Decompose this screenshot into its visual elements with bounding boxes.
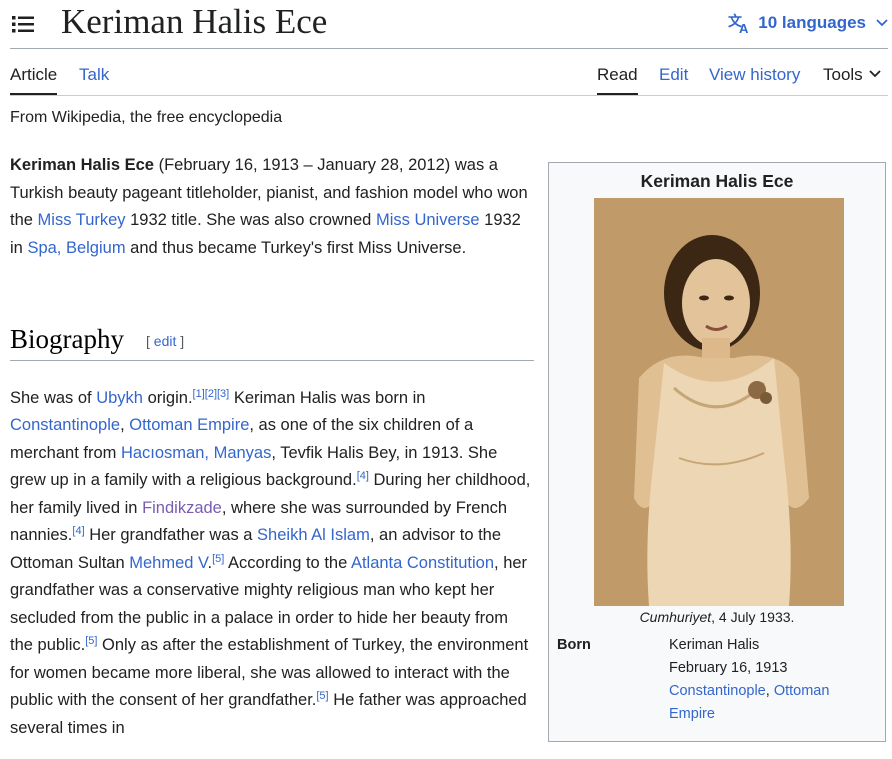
section-edit: [ edit ] [146, 333, 184, 349]
chevron-down-icon [869, 70, 881, 78]
site-tagline: From Wikipedia, the free encyclopedia [10, 109, 283, 126]
portrait-photo[interactable] [594, 198, 844, 606]
citation-4[interactable]: [4] [357, 470, 369, 482]
svg-text:A: A [739, 21, 749, 34]
link-miss-universe[interactable]: Miss Universe [376, 211, 480, 229]
link-findikzade[interactable]: Findikzade [142, 499, 222, 517]
portrait-illustration [594, 198, 844, 606]
tab-talk[interactable]: Talk [79, 65, 109, 85]
link-haciosman-manyas[interactable]: Hacıosman, Manyas [121, 444, 271, 462]
biography-paragraph: She was of Ubykh origin.[1][2][3] Kerima… [10, 385, 534, 743]
text-span: , [120, 416, 130, 434]
text-span: According to the [224, 553, 351, 572]
tab-edit[interactable]: Edit [659, 65, 688, 85]
section-heading-biography: Biography [ edit ] [10, 320, 534, 361]
link-sheikh-al-islam[interactable]: Sheikh Al Islam [257, 526, 370, 544]
tab-article[interactable]: Article [10, 65, 58, 95]
tabs-divider [10, 95, 888, 96]
citation-4[interactable]: [4] [72, 525, 84, 537]
text-span: Her grandfather was a [84, 526, 258, 544]
born-place: Constantinople, Ottoman Empire [669, 680, 869, 726]
subject-name: Keriman Halis Ece [10, 156, 154, 174]
link-spa-belgium[interactable]: Spa, Belgium [27, 239, 125, 257]
text-span: She was of [10, 388, 97, 407]
tools-label: Tools [823, 65, 863, 84]
link-atlanta-constitution[interactable]: Atlanta Constitution [351, 554, 494, 572]
link-miss-turkey[interactable]: Miss Turkey [38, 211, 126, 229]
text-span: origin. [143, 388, 193, 407]
tab-read[interactable]: Read [597, 65, 638, 95]
photo-caption: Cumhuriyet, 4 July 1933. [549, 609, 885, 625]
born-label: Born [557, 637, 591, 653]
tools-menu[interactable]: Tools [823, 65, 881, 85]
link-constantinople[interactable]: Constantinople [10, 416, 120, 434]
languages-button[interactable]: 文 A 10 languages [728, 10, 888, 36]
biography-heading: Biography [10, 324, 124, 354]
born-date: February 16, 1913 [669, 660, 788, 676]
born-value: Keriman Halis February 16, 1913 Constant… [669, 634, 869, 726]
bracket: [ [146, 333, 154, 349]
menu-icon[interactable] [12, 14, 34, 34]
text-span: , [765, 683, 774, 699]
born-name: Keriman Halis [669, 637, 760, 653]
link-mehmed-v[interactable]: Mehmed V [129, 554, 207, 572]
link-ubykh[interactable]: Ubykh [96, 389, 143, 407]
page-tabs: Article Talk Read Edit View history Tool… [10, 56, 888, 96]
caption-source: Cumhuriyet [639, 609, 712, 625]
text-span: 1932 title. She was also crowned [125, 211, 376, 229]
text-span: and thus became Turkey's first Miss Univ… [125, 238, 467, 257]
citation-5[interactable]: [5] [316, 690, 328, 702]
infobox-title: Keriman Halis Ece [640, 171, 794, 191]
page-header: Keriman Halis Ece 文 A 10 languages [0, 0, 892, 50]
languages-label: 10 languages [758, 13, 866, 32]
biography-section: She was of Ubykh origin.[1][2][3] Kerima… [10, 368, 534, 759]
tab-view-history[interactable]: View history [709, 65, 800, 85]
citation-1[interactable]: [1] [193, 388, 205, 400]
edit-section-link[interactable]: edit [154, 333, 177, 349]
citation-5[interactable]: [5] [212, 553, 224, 565]
citation-3[interactable]: [3] [217, 388, 229, 400]
citation-2[interactable]: [2] [205, 388, 217, 400]
translate-icon: 文 A [728, 13, 749, 34]
lead-section: Keriman Halis Ece (February 16, 1913 – J… [10, 152, 534, 262]
text-span: Keriman Halis was born in [229, 388, 426, 407]
infobox: Keriman Halis Ece Cumhuriyet, 4 July 193… [548, 162, 886, 742]
caption-date: , 4 July 1933. [711, 609, 795, 625]
lead-paragraph: Keriman Halis Ece (February 16, 1913 – J… [10, 152, 534, 262]
header-divider [10, 48, 888, 49]
link-ottoman-empire[interactable]: Ottoman Empire [129, 416, 249, 434]
citation-5[interactable]: [5] [85, 635, 97, 647]
link-constantinople-infobox[interactable]: Constantinople [669, 683, 766, 699]
bracket: ] [176, 333, 185, 349]
chevron-down-icon [876, 19, 888, 27]
page-title: Keriman Halis Ece [61, 2, 328, 41]
